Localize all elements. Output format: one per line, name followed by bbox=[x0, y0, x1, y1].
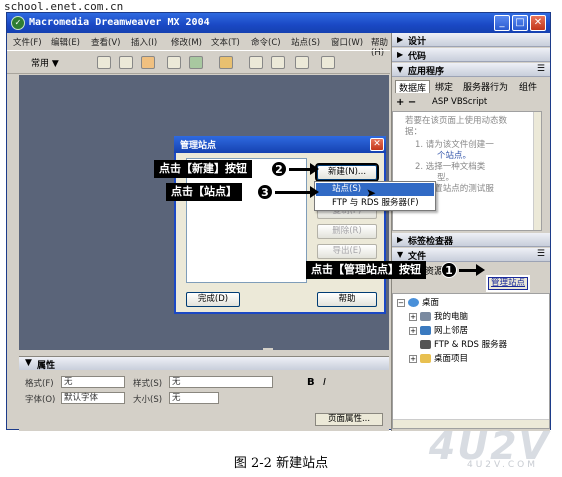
app-text-line: 据： bbox=[405, 127, 423, 137]
format-select[interactable]: 无 bbox=[61, 376, 125, 388]
figure-caption: 图 2-2 新建站点 bbox=[233, 456, 329, 471]
application-body: 若要在该页面上使用动态数 据： 1. 请为该文件创建一 个站点。 2. 选择一种… bbox=[392, 111, 542, 231]
asp-label: ASP VBScript bbox=[432, 97, 488, 107]
arrow-head bbox=[310, 186, 319, 198]
application-panel-header[interactable]: ▼ 应用程序 ☰ bbox=[392, 63, 550, 77]
properties-header[interactable]: ▼ 属性 bbox=[19, 357, 389, 371]
style-label: 样式(S) bbox=[133, 379, 163, 389]
tree-item[interactable]: + 桌面项目 bbox=[409, 352, 468, 364]
callout-manage-sites: 点击【管理站点】按钮 bbox=[306, 261, 426, 279]
app-text-line: 若要在该页面上使用动态数 bbox=[405, 116, 508, 126]
tag-inspector-header[interactable]: ▶ 标签检查器 bbox=[392, 233, 550, 247]
date-icon[interactable] bbox=[249, 56, 263, 69]
app-text-line: 2. 选择一种文档类 bbox=[415, 162, 486, 172]
callout-site: 点击【站点】 bbox=[166, 183, 242, 201]
menu-commands[interactable]: 命令(C) bbox=[251, 36, 281, 48]
file-tree: − 桌面 + 我的电脑 + 网上邻居 FTP & RDS 服务器 + 桌面项目 bbox=[392, 293, 550, 429]
scrollbar[interactable] bbox=[533, 112, 541, 230]
app-text-line: 1. 请为该文件创建一 bbox=[415, 140, 494, 150]
arrow-head bbox=[476, 264, 485, 276]
style-select[interactable]: 无 bbox=[169, 376, 273, 388]
format-label: 格式(F) bbox=[25, 379, 54, 389]
hyperlink-icon[interactable] bbox=[97, 56, 111, 69]
tab-components[interactable]: 组件 bbox=[516, 80, 540, 93]
tab-databases[interactable]: 数据库 bbox=[395, 80, 431, 94]
menu-site[interactable]: 站点(S) bbox=[291, 36, 320, 48]
tree-item[interactable]: FTP & RDS 服务器 bbox=[409, 338, 507, 350]
arrow-line bbox=[289, 168, 311, 171]
dreamweaver-logo-icon: ✓ bbox=[11, 16, 25, 30]
callout-new-button: 点击【新建】按钮 bbox=[154, 160, 252, 178]
maximize-button[interactable]: □ bbox=[512, 15, 528, 31]
panel-grip[interactable] bbox=[263, 348, 273, 354]
menu-file[interactable]: 文件(F) bbox=[13, 36, 42, 48]
menu-modify[interactable]: 修改(M) bbox=[171, 36, 202, 48]
design-panel-header[interactable]: ▶ 设计 bbox=[392, 33, 550, 47]
toolbar-category-select[interactable]: 常用 ▼ bbox=[31, 56, 59, 69]
dialog-close-button[interactable]: ✕ bbox=[370, 138, 384, 151]
bold-button[interactable]: B bbox=[307, 377, 315, 388]
mouse-cursor-icon: ➤ bbox=[366, 186, 377, 200]
app-text-line: 型。 bbox=[437, 173, 455, 183]
dialog-title-bar: 管理站点 ✕ bbox=[174, 136, 386, 153]
font-label: 字体(O) bbox=[25, 395, 56, 405]
table-icon[interactable] bbox=[167, 56, 181, 69]
tree-item[interactable]: + 网上邻居 bbox=[409, 324, 468, 336]
add-icon[interactable]: + − bbox=[396, 97, 416, 108]
close-button[interactable]: ✕ bbox=[530, 15, 546, 31]
media-icon[interactable] bbox=[219, 56, 233, 69]
font-select[interactable]: 默认字体 bbox=[61, 392, 125, 404]
new-button[interactable]: 新建(N)... bbox=[315, 163, 379, 182]
window-title: Macromedia Dreamweaver MX 2004 bbox=[29, 17, 210, 28]
arrow-line bbox=[459, 269, 477, 272]
menu-text[interactable]: 文本(T) bbox=[211, 36, 240, 48]
comment-icon[interactable] bbox=[271, 56, 285, 69]
size-select[interactable]: 无 bbox=[169, 392, 219, 404]
properties-panel: ▼ 属性 格式(F) 无 样式(S) 无 字体(O) 默认字体 大小(S) 无 … bbox=[19, 356, 389, 431]
italic-button[interactable]: I bbox=[323, 377, 326, 388]
manage-sites-link[interactable]: 管理站点 bbox=[485, 275, 531, 292]
step-number-1: 1 bbox=[441, 262, 457, 278]
tab-bindings[interactable]: 绑定 bbox=[432, 80, 456, 93]
right-panel-group: ▶ 设计 ▶ 代码 ▼ 应用程序 ☰ 数据库 绑定 服务器行为 组件 + − ASP V… bbox=[391, 33, 550, 431]
step-number-2: 2 bbox=[271, 161, 287, 177]
tree-item[interactable]: − 桌面 bbox=[397, 296, 439, 308]
size-label: 大小(S) bbox=[133, 395, 163, 405]
minimize-button[interactable]: _ bbox=[494, 15, 510, 31]
menu-window[interactable]: 窗口(W) bbox=[331, 36, 363, 48]
done-button[interactable]: 完成(D) bbox=[186, 292, 240, 307]
tree-item[interactable]: + 我的电脑 bbox=[409, 310, 468, 322]
step-number-3: 3 bbox=[257, 184, 273, 200]
insert-toolbar: 常用 ▼ bbox=[7, 50, 390, 74]
files-panel-header[interactable]: ▼ 文件 ☰ bbox=[392, 248, 550, 262]
page-properties-button[interactable]: 页面属性... bbox=[315, 413, 383, 426]
help-button[interactable]: 帮助 bbox=[317, 292, 377, 307]
menu-insert[interactable]: 插入(I) bbox=[131, 36, 157, 48]
image-icon[interactable] bbox=[189, 56, 203, 69]
menu-bar: 文件(F) 编辑(E) 查看(V) 插入(I) 修改(M) 文本(T) 命令(C… bbox=[7, 33, 390, 58]
templates-icon[interactable] bbox=[295, 56, 309, 69]
named-anchor-icon[interactable] bbox=[141, 56, 155, 69]
delete-button: 删除(R) bbox=[317, 224, 377, 239]
tag-chooser-icon[interactable] bbox=[321, 56, 335, 69]
export-button: 导出(E) bbox=[317, 244, 377, 259]
application-tabs: 数据库 绑定 服务器行为 组件 bbox=[392, 79, 550, 94]
email-link-icon[interactable] bbox=[119, 56, 133, 69]
site-link[interactable]: 个站点。 bbox=[437, 151, 471, 162]
arrow-head bbox=[310, 163, 319, 175]
code-panel-header[interactable]: ▶ 代码 bbox=[392, 48, 550, 62]
menu-edit[interactable]: 编辑(E) bbox=[51, 36, 80, 48]
arrow-line bbox=[275, 191, 311, 194]
menu-view[interactable]: 查看(V) bbox=[91, 36, 120, 48]
title-bar: ✓ Macromedia Dreamweaver MX 2004 _ □ ✕ bbox=[7, 13, 550, 33]
tab-server-behaviors[interactable]: 服务器行为 bbox=[460, 80, 511, 93]
